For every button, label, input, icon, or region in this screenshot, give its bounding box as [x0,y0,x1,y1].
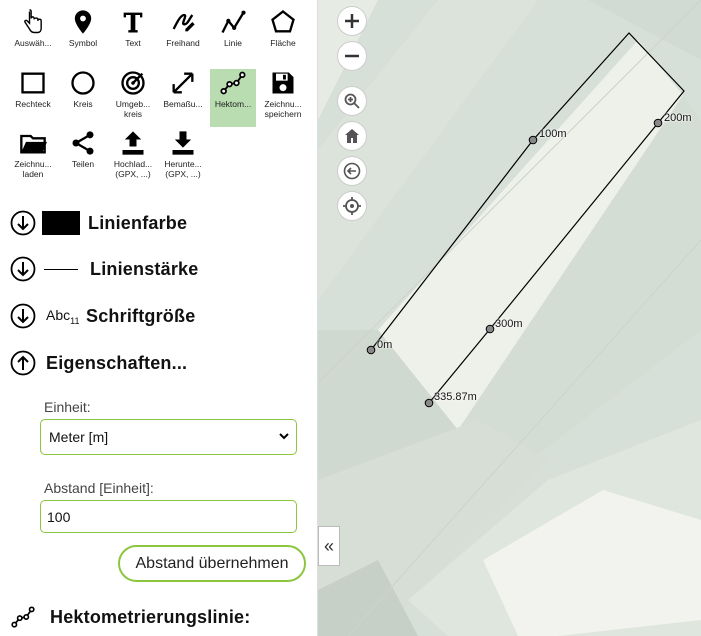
unit-label: Einheit: [44,399,91,415]
drawing-panel: Auswäh... Symbol Text Freihand Linie Flä… [0,0,318,636]
circle-icon [71,71,95,95]
arrow-down-circle-icon [10,256,36,282]
tool-freehand-label: Freihand [166,38,200,48]
tool-download-label: Herunte... (GPX, ...) [164,159,202,179]
home-icon [345,129,359,143]
hectometer-line-icon [11,606,35,628]
text-t-icon [123,12,143,33]
marker-label-end: 335.87m [434,391,477,403]
marker-label-100m: 100m [539,128,567,140]
tool-select-label: Auswäh... [14,38,52,48]
line-color-title: Linienfarbe [88,212,188,233]
share-icon [72,131,94,155]
home-button[interactable] [337,121,367,151]
pointer-hand-icon [24,9,42,34]
tool-upload[interactable]: Hochlad... (GPX, ...) [110,129,156,187]
tool-rectangle[interactable]: Rechteck [10,69,56,127]
tool-select[interactable]: Auswäh... [10,8,56,66]
distance-input[interactable]: 100 [40,500,297,533]
tool-text[interactable]: Text [110,8,156,66]
tool-hectometer-label: Hektom... [214,99,252,109]
tool-share[interactable]: Teilen [60,129,106,187]
back-button[interactable] [337,156,367,186]
tool-surrounding-circle-label: Umgeb... kreis [115,99,151,119]
map-view[interactable]: 0m 100m 200m 300m 335.87m [318,0,701,636]
zoom-out-button[interactable] [337,41,367,71]
tool-share-label: Teilen [71,159,95,169]
tool-load-drawing-label: Zeichnu... laden [14,159,52,179]
line-width-title: Linienstärke [90,258,199,279]
marker-label-300m: 300m [495,318,523,330]
tool-symbol[interactable]: Symbol [60,8,106,66]
line-color-swatch [42,211,80,235]
zoom-in-button[interactable] [337,6,367,36]
plus-icon [345,14,359,28]
distance-input-value: 100 [47,508,71,525]
polyline-icon [221,10,246,34]
tool-line[interactable]: Linie [210,8,256,66]
font-size-sample: Abc11 [46,306,80,326]
polygon-icon [271,10,295,33]
section-line-color[interactable]: Linienfarbe [10,209,187,237]
arrow-up-circle-icon [10,350,36,376]
minus-icon [345,54,359,58]
section-properties[interactable]: Eigenschaften... [10,349,187,377]
magnifier-plus-icon [344,93,360,109]
crosshair-icon [343,197,361,215]
locate-button[interactable] [337,191,367,221]
zoom-box-button[interactable] [337,86,367,116]
target-icon [121,71,145,95]
tool-freehand[interactable]: Freihand [160,8,206,66]
map-pin-icon [74,10,92,34]
unit-select-value: Meter [m] [49,429,109,445]
tool-upload-label: Hochlad... (GPX, ...) [113,159,153,179]
arrow-left-circle-icon [343,162,361,180]
folder-icon [20,134,47,154]
tool-save-drawing-label: Zeichnu... speichern [264,99,302,119]
unit-select[interactable]: Meter [m] [40,419,297,455]
upload-icon [122,131,144,155]
font-size-title: Schriftgröße [86,305,196,326]
dimension-arrow-icon [172,72,194,94]
section-line-width[interactable]: Linienstärke [10,255,198,283]
collapse-panel-button[interactable]: « [318,526,340,566]
tool-area[interactable]: Fläche [260,8,306,66]
tool-area-label: Fläche [270,38,296,48]
tool-save-drawing[interactable]: Zeichnu... speichern [260,69,306,127]
marker-label-200m: 200m [664,112,692,124]
save-icon [272,72,294,94]
font-size-sample-sub: 11 [70,315,80,326]
tool-download[interactable]: Herunte... (GPX, ...) [160,129,206,187]
arrow-down-circle-icon [10,210,36,236]
section-font-size[interactable]: Abc11 Schriftgröße [10,302,195,330]
tool-surrounding-circle[interactable]: Umgeb... kreis [110,69,156,127]
tool-rectangle-label: Rechteck [15,99,51,109]
tool-circle-label: Kreis [73,99,93,109]
tool-line-label: Linie [224,38,242,48]
apply-distance-button[interactable]: Abstand übernehmen [118,545,306,582]
tool-dimension-label: Bemaßu... [163,99,203,109]
properties-title: Eigenschaften... [46,352,188,373]
chevron-down-icon [279,433,289,440]
distance-label: Abstand [Einheit]: [44,480,154,496]
download-icon [172,131,194,155]
tool-symbol-label: Symbol [68,38,98,48]
tool-load-drawing[interactable]: Zeichnu... laden [10,129,56,187]
section-hectometer-line: Hektometrierungslinie: [10,603,250,631]
rectangle-icon [21,72,45,94]
arrow-down-circle-icon [10,303,36,329]
line-width-sample [44,268,78,270]
font-size-sample-text: Abc [46,306,71,323]
tool-hectometer[interactable]: Hektom... [210,69,256,127]
freehand-icon [172,13,195,32]
tool-dimension[interactable]: Bemaßu... [160,69,206,127]
hectometer-line-icon [220,71,246,95]
tool-circle[interactable]: Kreis [60,69,106,127]
marker-label-0m: 0m [377,339,393,351]
tool-text-label: Text [125,38,141,48]
hectometer-section-title: Hektometrierungslinie: [50,606,251,627]
